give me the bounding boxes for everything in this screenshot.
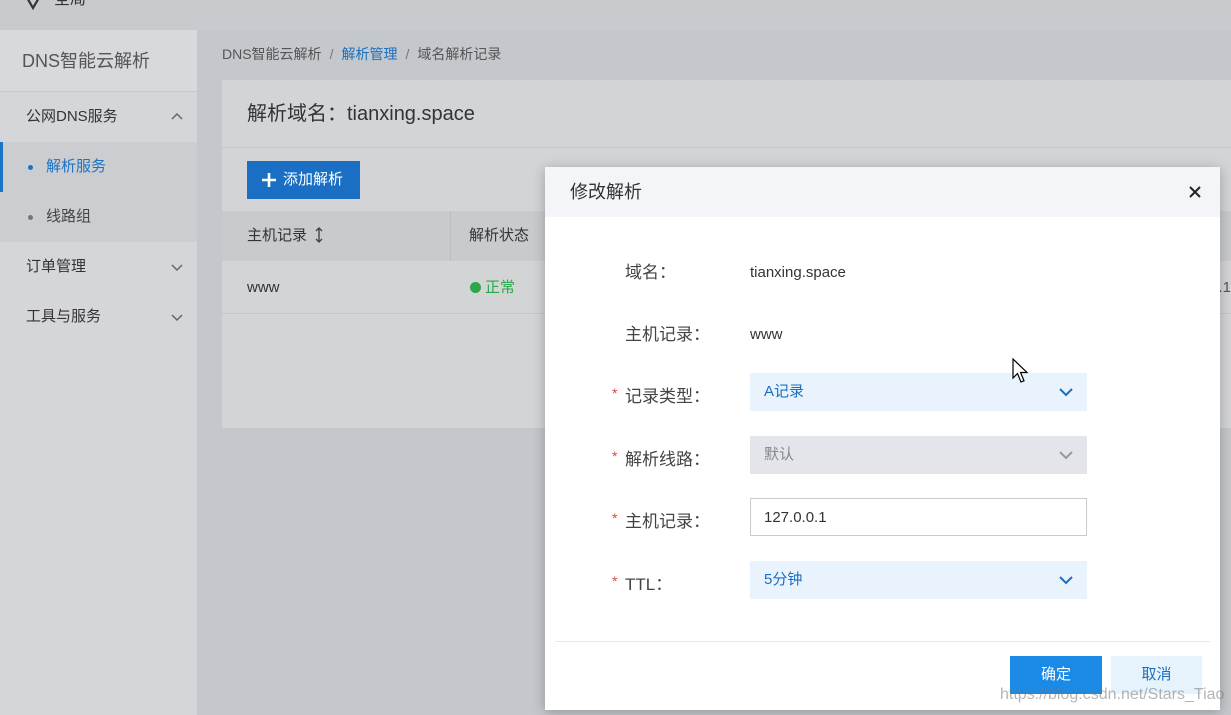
required-mark: * <box>612 510 618 526</box>
sidebar-group-tools[interactable]: 工具与服务 <box>0 292 197 342</box>
line-label: 解析线路： <box>625 450 710 469</box>
status-ok-icon <box>470 282 481 293</box>
global-label[interactable]: 全局 <box>54 0 86 10</box>
record-type-value: A记录 <box>764 383 805 400</box>
ttl-select[interactable]: 5分钟 <box>750 561 1087 599</box>
form-row-record-type: * 记录类型： A记录 <box>545 373 1220 411</box>
line-select[interactable]: 默认 <box>750 436 1087 474</box>
page-title: 解析域名：tianxing.space <box>222 80 1231 148</box>
chevron-up-icon <box>171 112 183 120</box>
chevron-down-icon <box>1059 576 1073 585</box>
location-pin-icon <box>27 0 39 10</box>
add-record-label: 添加解析 <box>283 171 344 188</box>
watermark: https://blog.csdn.net/Stars_Tiao <box>1000 686 1225 703</box>
line-value: 默认 <box>764 446 795 463</box>
sidebar-item-line-group[interactable]: 线路组 <box>0 192 197 242</box>
form-row-line: * 解析线路： 默认 <box>545 436 1220 474</box>
chevron-down-icon <box>1059 451 1073 460</box>
chevron-down-icon <box>171 314 183 322</box>
sidebar-group-label: 公网DNS服务 <box>26 108 118 125</box>
form-row-host-value: * 主机记录： <box>545 498 1220 536</box>
required-mark: * <box>612 573 618 589</box>
bullet-icon <box>28 165 33 170</box>
cell-host: www <box>247 279 280 296</box>
domain-value: tianxing.space <box>750 264 846 281</box>
bullet-icon <box>28 215 33 220</box>
record-type-select[interactable]: A记录 <box>750 373 1087 411</box>
sidebar-item-label: 解析服务 <box>46 158 107 175</box>
sidebar-group-orders[interactable]: 订单管理 <box>0 242 197 292</box>
host-value-label: 主机记录： <box>625 512 710 531</box>
sidebar-group-label: 订单管理 <box>26 258 87 275</box>
required-mark: * <box>612 448 618 464</box>
sidebar-item-resolve-service[interactable]: 解析服务 <box>0 142 197 192</box>
dialog-header: 修改解析 <box>545 167 1220 217</box>
add-record-button[interactable]: 添加解析 <box>247 161 360 199</box>
record-type-label: 记录类型： <box>625 387 710 406</box>
breadcrumb: DNS智能云解析 / 解析管理 / 域名解析记录 <box>222 44 501 64</box>
sort-icon[interactable] <box>314 227 324 243</box>
top-bar: 全局 <box>0 0 1231 30</box>
dialog-footer-divider <box>555 641 1210 642</box>
host-readonly-value: www <box>750 326 783 343</box>
chevron-down-icon <box>171 264 183 272</box>
edit-record-dialog: 修改解析 域名： tianxing.space 主机记录： www * 记录类型… <box>545 167 1220 710</box>
sidebar-submenu: 解析服务 线路组 <box>0 142 197 242</box>
form-row-host-readonly: 主机记录： www <box>545 316 1220 354</box>
sidebar-item-label: 线路组 <box>46 208 92 225</box>
form-row-domain: 域名： tianxing.space <box>545 254 1220 292</box>
ttl-label: TTL： <box>625 575 673 594</box>
breadcrumb-current: 域名解析记录 <box>417 46 502 62</box>
column-header-host[interactable]: 主机记录 <box>247 211 324 261</box>
form-row-ttl: * TTL： 5分钟 <box>545 561 1220 599</box>
dialog-title: 修改解析 <box>570 182 642 202</box>
plus-icon <box>262 173 276 187</box>
breadcrumb-separator: / <box>329 46 334 62</box>
ttl-value: 5分钟 <box>764 571 803 588</box>
mouse-cursor-icon <box>1012 358 1029 383</box>
column-divider <box>450 211 451 261</box>
column-header-status: 解析状态 <box>469 227 530 244</box>
column-header-label: 主机记录 <box>247 227 308 244</box>
sidebar-group-label: 工具与服务 <box>26 308 102 325</box>
sidebar-title: DNS智能云解析 <box>0 30 197 92</box>
status-text: 正常 <box>485 279 516 296</box>
sidebar: DNS智能云解析 公网DNS服务 解析服务 线路组 订单管理 工具与服务 <box>0 30 197 715</box>
sidebar-group-public-dns[interactable]: 公网DNS服务 <box>0 92 197 142</box>
breadcrumb-item[interactable]: 解析管理 <box>341 46 397 62</box>
host-value-input[interactable] <box>750 498 1087 536</box>
cell-status: 正常 <box>470 261 515 314</box>
breadcrumb-item[interactable]: DNS智能云解析 <box>222 46 322 62</box>
close-icon[interactable] <box>1188 185 1202 199</box>
chevron-down-icon <box>1059 388 1073 397</box>
breadcrumb-separator: / <box>405 46 410 62</box>
host-readonly-label: 主机记录： <box>625 325 710 344</box>
domain-label: 域名： <box>625 263 676 282</box>
required-mark: * <box>612 385 618 401</box>
